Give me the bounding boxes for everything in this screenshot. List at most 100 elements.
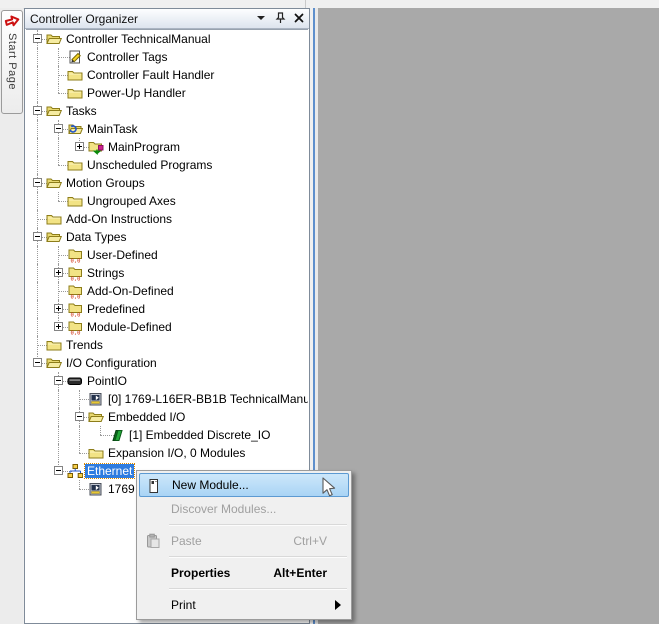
menu-separator [169,524,347,526]
task-folder-icon [67,121,83,137]
tree-item-label[interactable]: [1] Embedded Discrete_IO [127,428,272,442]
tree-item-tasks[interactable]: Tasks [26,102,308,120]
tree-guide-line [58,138,60,156]
tree-guide-line [58,390,60,408]
tree-item-motion-groups[interactable]: Motion Groups [26,174,308,192]
tree-item-label[interactable]: Strings [85,266,126,280]
tree-item-label[interactable]: MainTask [85,122,140,136]
chevron-down-icon[interactable] [254,11,268,25]
tree-item-label[interactable]: Predefined [85,302,147,316]
expand-box-icon[interactable] [75,142,84,151]
tree-item-unscheduled-programs[interactable]: Unscheduled Programs [26,156,308,174]
tree-guide-line [79,444,81,453]
collapse-box-icon[interactable] [54,376,63,385]
tree-item-label[interactable]: Unscheduled Programs [85,158,214,172]
tree-item-strings[interactable]: 0,0 Strings [26,264,308,282]
tree-item-label[interactable]: Controller Fault Handler [85,68,216,82]
tree-guide-line [37,138,39,156]
application-window: Start Page Controller Organizer [0,0,659,624]
folder-closed-icon [67,193,83,209]
menu-item-print[interactable]: Print [139,593,349,617]
menu-item-properties[interactable]: PropertiesAlt+Enter [139,561,349,585]
datatype-folder-icon: 0,0 [67,265,83,281]
menu-item-new-module[interactable]: New Module... [139,473,349,497]
pin-icon[interactable] [273,11,287,25]
tree-item-data-types[interactable]: Data Types [26,228,308,246]
tree-item-label[interactable]: Motion Groups [64,176,147,190]
tree-item-label[interactable]: Add-On Instructions [64,212,174,226]
collapse-box-icon[interactable] [54,124,63,133]
tree-item-label[interactable]: Module-Defined [85,320,174,334]
toolbar-divider [305,0,306,8]
datatype-folder-icon: 0,0 [67,283,83,299]
collapse-box-icon[interactable] [75,412,84,421]
collapse-box-icon[interactable] [33,106,42,115]
menu-separator [169,588,347,590]
menu-item-label: Properties [139,566,230,580]
tree-item-controller-technicalmanual[interactable]: Controller TechnicalManual [26,30,308,48]
tree-item-label[interactable]: Controller Tags [85,50,169,64]
tree-item-label[interactable]: Controller TechnicalManual [64,32,213,46]
tree-item-1-embedded-discrete-io[interactable]: [1] Embedded Discrete_IO [26,426,308,444]
tree-item-label[interactable]: Data Types [64,230,128,244]
tree-item-label[interactable]: PointIO [85,374,129,388]
panel-header[interactable]: Controller Organizer [25,9,309,29]
collapse-box-icon[interactable] [33,34,42,43]
tree-item-trends[interactable]: Trends [26,336,308,354]
collapse-box-icon[interactable] [54,466,63,475]
tree-item-ungrouped-axes[interactable]: Ungrouped Axes [26,192,308,210]
tree-item-add-on-defined[interactable]: 0,0 Add-On-Defined [26,282,308,300]
tree-item-user-defined[interactable]: 0,0User-Defined [26,246,308,264]
tree-item-controller-fault-handler[interactable]: Controller Fault Handler [26,66,308,84]
tree-item-label[interactable]: Ethernet [85,464,134,478]
tree-item-label[interactable]: Power-Up Handler [85,86,188,100]
svg-text:0,0: 0,0 [71,295,81,300]
tree-item-label[interactable]: User-Defined [85,248,160,262]
tree-guide-line [37,66,39,84]
tree-item-expansion-i-o-0-modules[interactable]: Expansion I/O, 0 Modules [26,444,308,462]
tree-item-mainprogram[interactable]: MainProgram [26,138,308,156]
tree-item-add-on-instructions[interactable]: Add-On Instructions [26,210,308,228]
tree-guide-line [37,84,39,102]
tree-item-maintask[interactable]: MainTask [26,120,308,138]
pointio-icon [67,373,83,389]
expand-box-icon[interactable] [54,322,63,331]
expand-box-icon[interactable] [54,304,63,313]
svg-text:0,0: 0,0 [71,331,81,336]
tree-item-power-up-handler[interactable]: Power-Up Handler [26,84,308,102]
folder-closed-icon [46,211,62,227]
tree-item-label[interactable]: MainProgram [106,140,182,154]
folder-open-icon [46,175,62,191]
tree-item-label[interactable]: Ungrouped Axes [85,194,178,208]
tree-item-i-o-configuration[interactable]: I/O Configuration [26,354,308,372]
menu-item-paste[interactable]: PasteCtrl+V [139,529,349,553]
tree-item-label[interactable]: 1769 [106,482,137,496]
left-tab-sidebar: Start Page [0,8,23,624]
tree-item-label[interactable]: Expansion I/O, 0 Modules [106,446,247,460]
folder-closed-icon [67,85,83,101]
collapse-box-icon[interactable] [33,178,42,187]
menu-item-label: Print [139,598,196,612]
tree-item-label[interactable]: Embedded I/O [106,410,187,424]
tree-item-label[interactable]: I/O Configuration [64,356,159,370]
tree-item-controller-tags[interactable]: Controller Tags [26,48,308,66]
tree-item-module-defined[interactable]: 0,0 Module-Defined [26,318,308,336]
context-menu: New Module...Discover Modules... PasteCtr… [136,470,352,620]
tree-guide-line [37,264,39,282]
svg-text:0,0: 0,0 [71,277,81,282]
collapse-box-icon[interactable] [33,232,42,241]
tree-item-label[interactable]: Add-On-Defined [85,284,176,298]
expand-box-icon[interactable] [54,268,63,277]
tree-item-label[interactable]: [0] 1769-L16ER-BB1B TechnicalManual [106,392,308,406]
collapse-box-icon[interactable] [33,358,42,367]
tree-item-predefined[interactable]: 0,0Predefined [26,300,308,318]
tree-item-label[interactable]: Tasks [64,104,99,118]
folder-closed-icon [88,445,104,461]
tab-start-page[interactable]: Start Page [1,10,23,114]
tree-item-pointio[interactable]: PointIO [26,372,308,390]
tree-item-embedded-i-o[interactable]: Embedded I/O [26,408,308,426]
tree-item-label[interactable]: Trends [64,338,105,352]
tree-item-0-1769-l16er-bb1b-technicalmanual[interactable]: [0] 1769-L16ER-BB1B TechnicalManual [26,390,308,408]
close-icon[interactable] [292,11,306,25]
menu-item-discover-modules[interactable]: Discover Modules... [139,497,349,521]
